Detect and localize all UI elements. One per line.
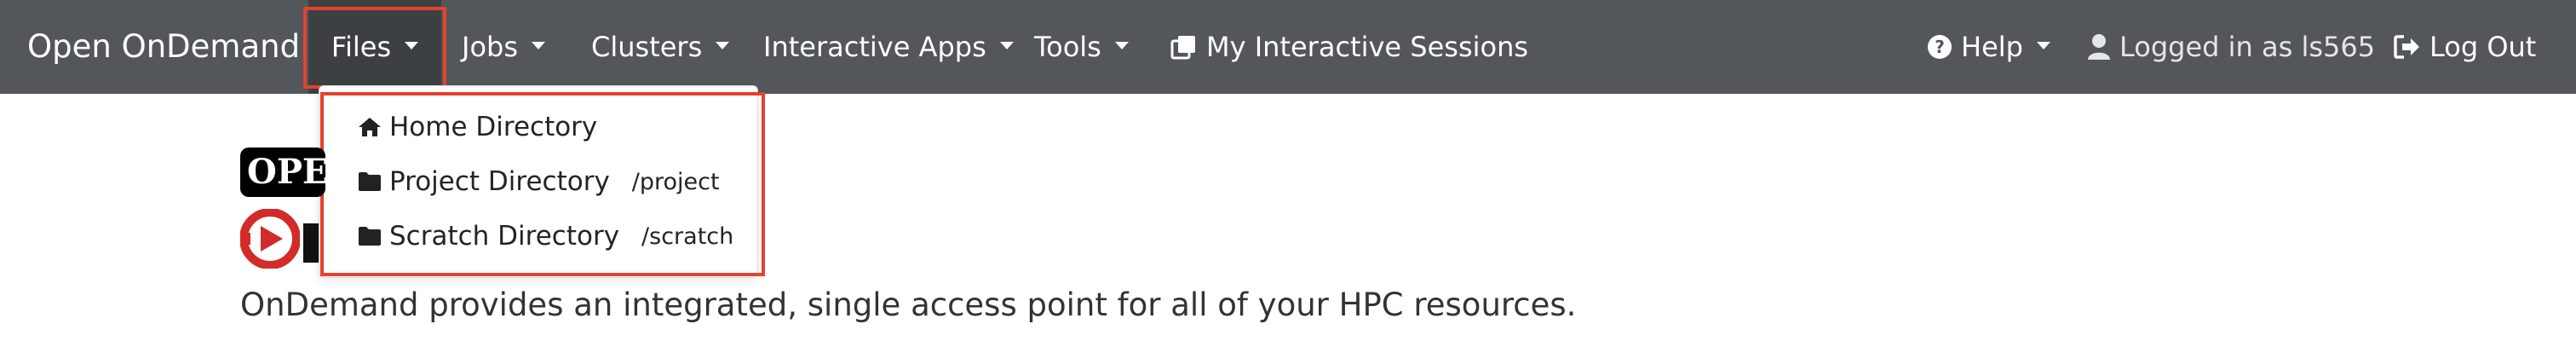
chevron-down-icon xyxy=(716,41,730,49)
nav-clusters[interactable]: Clusters xyxy=(591,0,730,94)
nav-user: Logged in as ls565 xyxy=(2087,0,2375,94)
nav-tools-label: Tools xyxy=(1034,31,1101,63)
nav-my-interactive-sessions[interactable]: My Interactive Sessions xyxy=(1170,0,1528,94)
logo-text: OPEN xyxy=(247,152,325,192)
nav-my-interactive-sessions-label: My Interactive Sessions xyxy=(1206,31,1529,63)
ondemand-logo-icon xyxy=(240,209,300,269)
chevron-down-icon xyxy=(532,41,545,49)
svg-text:?: ? xyxy=(1935,37,1945,57)
tagline-text: OnDemand provides an integrated, single … xyxy=(240,286,1577,323)
logo-letter-fragment xyxy=(303,223,319,263)
nav-clusters-label: Clusters xyxy=(591,31,703,63)
nav-help[interactable]: ? Help xyxy=(1927,0,2050,94)
logged-in-label: Logged in as ls565 xyxy=(2119,31,2376,63)
nav-help-label: Help xyxy=(1961,31,2023,63)
nav-tools[interactable]: Tools xyxy=(1034,0,1129,94)
nav-interactive-apps-label: Interactive Apps xyxy=(763,31,986,63)
user-icon xyxy=(2088,34,2110,60)
chevron-down-icon xyxy=(1114,41,1129,49)
nav-interactive-apps[interactable]: Interactive Apps xyxy=(763,0,1014,94)
nav-logout-label: Log Out xyxy=(2429,31,2537,63)
ondemand-logo-badge: OPEN xyxy=(240,148,325,197)
sessions-icon xyxy=(1170,36,1195,60)
nav-logout[interactable]: Log Out xyxy=(2394,0,2536,94)
sign-out-icon xyxy=(2394,35,2419,59)
chevron-down-icon xyxy=(999,41,1014,49)
nav-jobs-label: Jobs xyxy=(462,31,518,63)
brand-link[interactable]: Open OnDemand xyxy=(27,0,300,94)
question-circle-icon: ? xyxy=(1928,35,1952,59)
dropdown-highlight-box xyxy=(320,92,765,276)
chevron-down-icon xyxy=(2036,41,2050,49)
nav-jobs[interactable]: Jobs xyxy=(462,0,545,94)
files-highlight-box xyxy=(303,7,446,89)
